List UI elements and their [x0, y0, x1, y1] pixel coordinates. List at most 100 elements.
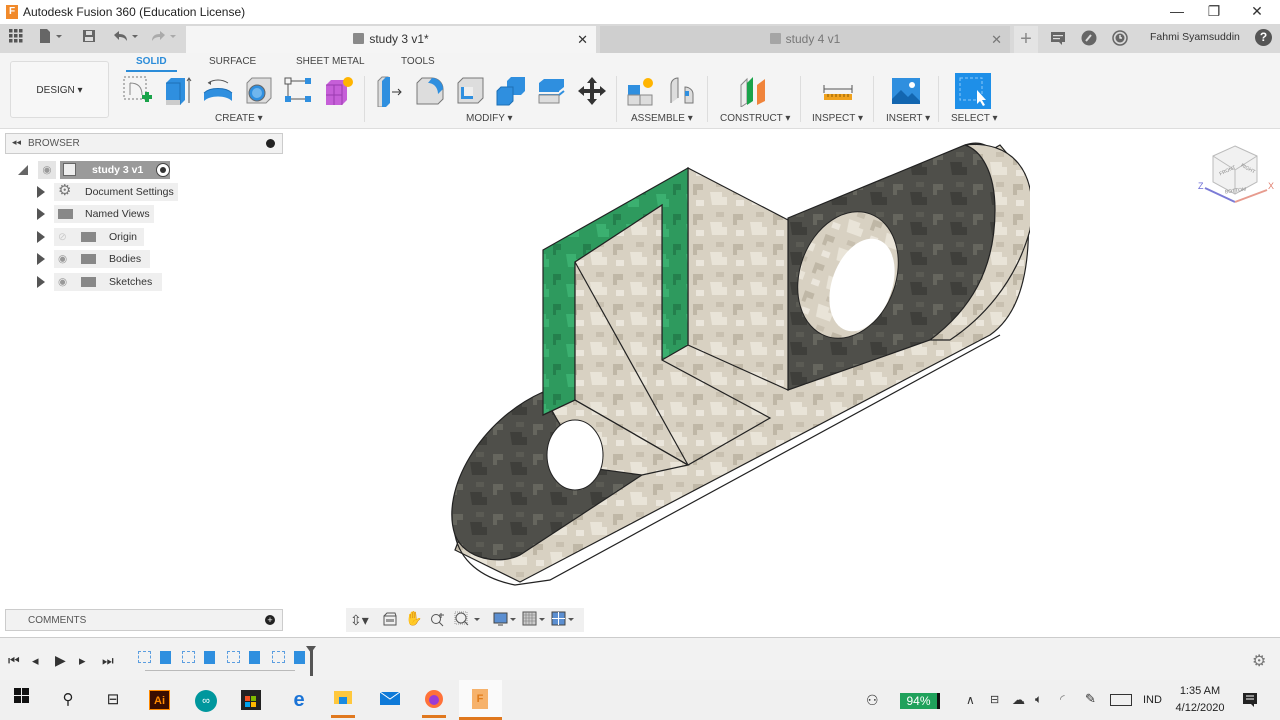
close-tab-icon[interactable]: ✕: [577, 26, 588, 53]
pan-icon[interactable]: ✋: [405, 610, 422, 627]
data-panel-icon[interactable]: [6, 28, 26, 48]
viewcube[interactable]: FRONT RIGHT BOTTOM Z X: [1195, 142, 1275, 214]
close-window-button[interactable]: ✕: [1237, 0, 1277, 22]
windows-start-icon[interactable]: [10, 688, 34, 712]
pen-icon[interactable]: ✎: [1085, 691, 1096, 707]
insert-menu[interactable]: INSERT ▾: [886, 113, 930, 124]
browser-item[interactable]: ◉ Sketches: [36, 273, 276, 291]
save-icon[interactable]: [80, 28, 98, 48]
timeline-extrude-feature[interactable]: [249, 651, 260, 664]
offset-plane-icon[interactable]: [738, 75, 768, 108]
fusion360-taskbar-icon[interactable]: F: [459, 680, 502, 720]
restore-button[interactable]: ❐: [1194, 0, 1234, 22]
select-icon[interactable]: [955, 73, 991, 109]
timeline-extrude-feature[interactable]: [160, 651, 171, 664]
extrude-icon[interactable]: [162, 75, 192, 105]
zoom-icon[interactable]: [430, 611, 446, 630]
fillet-icon[interactable]: [414, 75, 444, 105]
hole-icon[interactable]: [243, 75, 273, 105]
expand-arrow-icon[interactable]: [37, 253, 45, 265]
browser-item[interactable]: ◉ Bodies: [36, 250, 276, 268]
pin-panel-icon[interactable]: [266, 139, 275, 148]
joint-icon[interactable]: [667, 75, 697, 105]
measure-icon[interactable]: [822, 75, 853, 105]
visibility-eye-icon[interactable]: ◉: [58, 273, 67, 291]
minimize-button[interactable]: —: [1157, 0, 1197, 22]
battery-indicator[interactable]: 94%: [900, 693, 940, 709]
redo-button[interactable]: [148, 28, 180, 48]
power-plug-icon[interactable]: ⊟: [990, 693, 999, 706]
touch-keyboard-icon[interactable]: [1110, 694, 1132, 706]
file-explorer-icon[interactable]: [331, 688, 355, 718]
action-center-icon[interactable]: [1242, 692, 1258, 711]
canvas-viewport[interactable]: FRONT RIGHT BOTTOM Z X: [290, 130, 1280, 635]
tab-sheet-metal[interactable]: SHEET METAL: [296, 56, 365, 67]
timeline-extrude-feature[interactable]: [204, 651, 215, 664]
collapse-panel-icon[interactable]: ◂◂: [12, 137, 21, 148]
onedrive-icon[interactable]: ☁: [1012, 692, 1025, 708]
orbit-icon[interactable]: ⇳▾: [350, 612, 369, 629]
viewports-icon[interactable]: [551, 611, 577, 630]
close-tab-icon[interactable]: ✕: [991, 26, 1002, 53]
tab-solid[interactable]: SOLID: [126, 56, 177, 72]
fit-icon[interactable]: [454, 611, 482, 630]
search-icon[interactable]: ⚲: [56, 688, 80, 712]
create-menu[interactable]: CREATE ▾: [215, 113, 263, 124]
firefox-icon[interactable]: [422, 688, 446, 718]
activate-component-icon[interactable]: [156, 163, 170, 177]
add-comment-icon[interactable]: +: [265, 615, 275, 625]
timeline-extrude-feature[interactable]: [294, 651, 305, 664]
modify-menu[interactable]: MODIFY ▾: [466, 113, 513, 124]
browser-item[interactable]: ⚙ Document Settings: [36, 182, 276, 201]
timeline-next-button[interactable]: ▸: [79, 653, 86, 669]
people-icon[interactable]: ⚇: [866, 692, 879, 709]
timeline-previous-button[interactable]: ◂: [32, 653, 39, 669]
select-menu[interactable]: SELECT ▾: [951, 113, 998, 124]
insert-image-icon[interactable]: [890, 75, 920, 105]
store-icon[interactable]: [241, 690, 261, 710]
new-component-icon[interactable]: [626, 75, 656, 106]
timeline-sketch-feature[interactable]: [227, 651, 240, 663]
expand-arrow-icon[interactable]: [37, 208, 45, 220]
timeline-sketch-feature[interactable]: [138, 651, 151, 663]
document-tab-active[interactable]: study 3 v1* ✕: [186, 26, 596, 53]
visibility-eye-icon[interactable]: ◉: [58, 250, 67, 268]
press-pull-icon[interactable]: [374, 75, 404, 108]
split-body-icon[interactable]: [536, 75, 566, 105]
help-button[interactable]: ?: [1255, 29, 1272, 46]
arduino-icon[interactable]: ∞: [195, 690, 217, 712]
tab-surface[interactable]: SURFACE: [209, 56, 256, 67]
undo-button[interactable]: [110, 28, 142, 48]
document-tab[interactable]: study 4 v1 ✕: [600, 26, 1010, 53]
visibility-eye-icon[interactable]: ◉: [38, 161, 56, 179]
workspace-switcher[interactable]: DESIGN ▾: [10, 61, 109, 118]
3d-model[interactable]: [430, 135, 1030, 595]
root-component[interactable]: study 3 v1: [60, 161, 170, 179]
browser-panel-header[interactable]: ◂◂ BROWSER: [5, 133, 283, 154]
wifi-icon[interactable]: ◜: [1060, 692, 1065, 706]
combine-icon[interactable]: [495, 75, 525, 106]
timeline-sketch-feature[interactable]: [272, 651, 285, 663]
expand-arrow-icon[interactable]: [37, 186, 45, 198]
move-copy-icon[interactable]: [576, 75, 606, 105]
hidden-eye-icon[interactable]: ⊘: [58, 228, 67, 246]
expand-arrow-icon[interactable]: [37, 231, 45, 243]
comments-panel-header[interactable]: COMMENTS +: [5, 609, 283, 631]
timeline-play-button[interactable]: ▶: [55, 652, 66, 669]
timeline-last-button[interactable]: ⏭: [102, 653, 114, 669]
file-menu-button[interactable]: [36, 28, 66, 48]
timeline-settings-gear-icon[interactable]: ⚙: [1252, 651, 1266, 671]
user-account-button[interactable]: Fahmi Syamsuddin: [1150, 31, 1240, 43]
illustrator-icon[interactable]: Ai: [149, 690, 170, 710]
expand-toggle-icon[interactable]: [18, 165, 28, 175]
look-at-icon[interactable]: [382, 611, 398, 630]
create-sketch-icon[interactable]: [122, 75, 152, 105]
revolve-icon[interactable]: [202, 75, 233, 105]
task-view-icon[interactable]: ⊟: [101, 688, 125, 712]
volume-icon[interactable]: 🔈︎: [1035, 692, 1042, 707]
clock-time[interactable]: 1:35 AM: [1176, 685, 1224, 697]
edge-icon[interactable]: e: [287, 688, 311, 712]
pattern-icon[interactable]: [283, 75, 313, 105]
notifications-icon[interactable]: [1050, 30, 1066, 49]
new-tab-button[interactable]: +: [1014, 26, 1038, 53]
